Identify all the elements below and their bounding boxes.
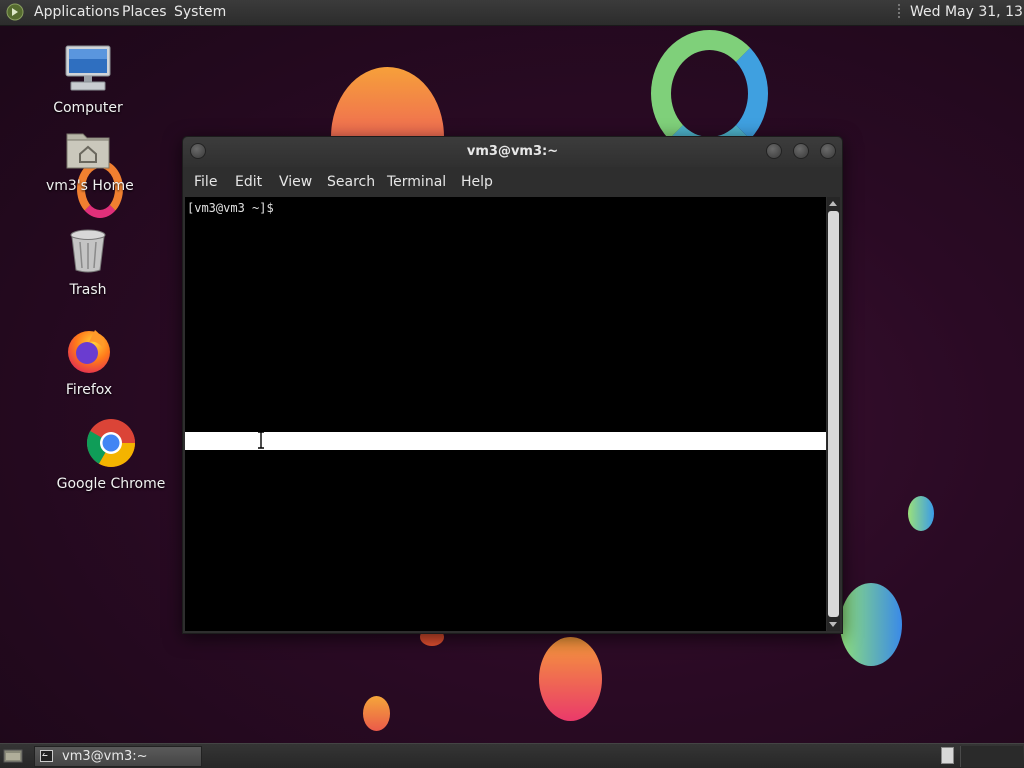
system-menu[interactable]: System	[174, 4, 226, 20]
window-title: vm3@vm3:~	[466, 144, 559, 159]
menu-view[interactable]: View	[279, 174, 312, 190]
scroll-thumb[interactable]	[828, 211, 839, 617]
trash-icon	[70, 229, 106, 273]
show-desktop-icon[interactable]	[3, 748, 23, 764]
top-panel: Applications Places System Wed May 31, 1…	[0, 0, 1024, 26]
terminal-output[interactable]: [vm3@vm3 ~]$	[185, 197, 826, 631]
shell-prompt: [vm3@vm3 ~]$	[187, 201, 274, 215]
desktop-icon-firefox[interactable]: Firefox	[49, 326, 129, 398]
wallpaper-blue-pill	[908, 496, 934, 531]
text-cursor-icon	[258, 431, 264, 449]
menu-file[interactable]: File	[194, 174, 217, 190]
taskbar-terminal-button[interactable]: vm3@vm3:~	[34, 746, 202, 767]
desktop-icon-home[interactable]: vm3's Home	[46, 128, 134, 194]
workspace-2[interactable]	[960, 746, 1023, 767]
minimize-button[interactable]	[766, 143, 782, 159]
distro-logo-icon[interactable]	[6, 3, 24, 21]
wallpaper-coral-bubble	[539, 637, 602, 721]
desktop-icon-label: Google Chrome	[56, 476, 166, 492]
menu-terminal[interactable]: Terminal	[387, 174, 446, 190]
scroll-down-arrow-icon[interactable]	[829, 622, 837, 627]
menu-help[interactable]: Help	[461, 174, 493, 190]
terminal-scrollbar[interactable]	[827, 197, 840, 631]
taskbar-label: vm3@vm3:~	[62, 749, 148, 764]
firefox-icon	[68, 330, 110, 373]
scroll-up-arrow-icon[interactable]	[829, 201, 837, 206]
desktop-icon-chrome[interactable]: Google Chrome	[56, 418, 166, 492]
selection-highlight	[185, 432, 826, 450]
terminal-icon	[40, 750, 53, 762]
terminal-menubar: File Edit View Search Terminal Help	[183, 167, 842, 195]
places-menu[interactable]: Places	[122, 4, 167, 20]
clock[interactable]: Wed May 31, 13:37	[910, 4, 1024, 20]
home-folder-icon	[66, 133, 110, 169]
bottom-panel: vm3@vm3:~	[0, 743, 1024, 768]
panel-separator	[898, 4, 900, 20]
wallpaper-small-orange	[363, 696, 390, 731]
close-button[interactable]	[820, 143, 836, 159]
computer-icon	[65, 45, 111, 91]
menu-search[interactable]: Search	[327, 174, 375, 190]
menu-edit[interactable]: Edit	[235, 174, 262, 190]
chrome-icon	[86, 419, 136, 468]
desktop-icon-label: Firefox	[65, 382, 113, 398]
workspace-1[interactable]	[941, 747, 954, 764]
applications-menu[interactable]: Applications	[34, 4, 120, 20]
desktop-icon-computer[interactable]: Computer	[48, 44, 128, 116]
terminal-window[interactable]: vm3@vm3:~ File Edit View Search Terminal…	[182, 136, 843, 634]
desktop-icon-label: Trash	[69, 282, 107, 298]
maximize-button[interactable]	[793, 143, 809, 159]
desktop-icon-trash[interactable]: Trash	[48, 228, 128, 298]
desktop-icon-label: vm3's Home	[46, 178, 134, 194]
window-titlebar[interactable]: vm3@vm3:~	[183, 137, 842, 167]
wallpaper-blue-bubble	[840, 583, 902, 666]
desktop-icon-label: Computer	[53, 100, 123, 116]
